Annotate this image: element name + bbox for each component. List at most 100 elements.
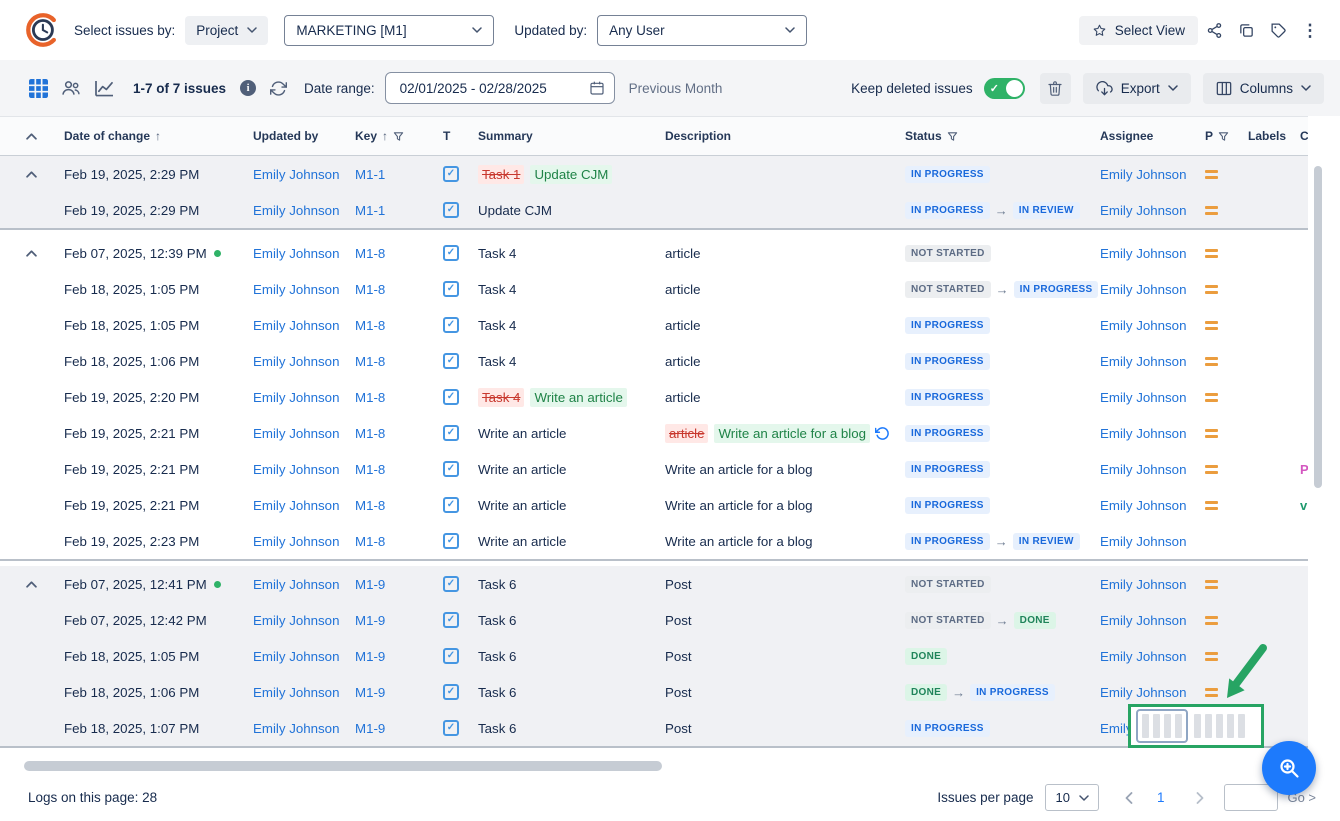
table-row[interactable]: Feb 18, 2025, 1:05 PMEmily JohnsonM1-8✓T…	[0, 271, 1308, 307]
issue-key-link[interactable]: M1-8	[355, 534, 385, 549]
assignee-link[interactable]: Emily Johnson	[1100, 649, 1186, 664]
assignee-link[interactable]: Emily Johnson	[1100, 167, 1186, 182]
assignee-link[interactable]: Emily Johnson	[1100, 426, 1186, 441]
updated-by-link[interactable]: Emily Johnson	[253, 390, 339, 405]
assignee-link[interactable]: Emily Johnson	[1100, 498, 1186, 513]
app-logo-icon[interactable]	[22, 11, 60, 49]
table-row[interactable]: Feb 07, 2025, 12:39 PMEmily JohnsonM1-8✓…	[0, 235, 1308, 271]
vertical-scrollbar[interactable]	[1314, 166, 1322, 488]
assignee-link[interactable]: Emily Johnson	[1100, 613, 1186, 628]
issue-key-link[interactable]: M1-8	[355, 282, 385, 297]
chart-view-button[interactable]	[90, 74, 118, 102]
refresh-button[interactable]	[262, 72, 294, 104]
table-row[interactable]: Feb 19, 2025, 2:20 PMEmily JohnsonM1-8✓T…	[0, 379, 1308, 415]
assignee-link[interactable]: Emily Johnson	[1100, 462, 1186, 477]
table-row[interactable]: Feb 19, 2025, 2:23 PMEmily JohnsonM1-8✓W…	[0, 523, 1308, 559]
date-range-input[interactable]: 02/01/2025 - 02/28/2025	[385, 72, 615, 104]
column-header-assignee[interactable]: Assignee	[1100, 129, 1205, 143]
updated-by-link[interactable]: Emily Johnson	[253, 203, 339, 218]
updated-by-link[interactable]: Emily Johnson	[253, 613, 339, 628]
updated-by-link[interactable]: Emily Johnson	[253, 426, 339, 441]
updated-by-link[interactable]: Emily Johnson	[253, 318, 339, 333]
delete-button[interactable]	[1040, 73, 1071, 104]
collapse-group-button[interactable]	[26, 581, 37, 588]
issue-key-link[interactable]: M1-9	[355, 649, 385, 664]
updated-by-link[interactable]: Emily Johnson	[253, 462, 339, 477]
assignee-link[interactable]: Emily Johnson	[1100, 390, 1186, 405]
table-row[interactable]: Feb 07, 2025, 12:42 PMEmily JohnsonM1-9✓…	[0, 602, 1308, 638]
assignee-link[interactable]: Emily Johnson	[1100, 354, 1186, 369]
people-view-button[interactable]	[57, 74, 85, 102]
issue-key-link[interactable]: M1-8	[355, 462, 385, 477]
column-header-status[interactable]: Status	[905, 129, 1100, 143]
previous-month-link[interactable]: Previous Month	[629, 81, 723, 96]
table-row[interactable]: Feb 18, 2025, 1:05 PMEmily JohnsonM1-8✓T…	[0, 307, 1308, 343]
assignee-link[interactable]: Emily Johnson	[1100, 203, 1186, 218]
export-button[interactable]: Export	[1083, 73, 1191, 104]
issue-key-link[interactable]: M1-9	[355, 721, 385, 736]
table-view-button[interactable]	[24, 74, 52, 102]
issue-key-link[interactable]: M1-9	[355, 577, 385, 592]
table-row[interactable]: Feb 19, 2025, 2:21 PMEmily JohnsonM1-8✓W…	[0, 451, 1308, 487]
assignee-link[interactable]: Emily Johnson	[1100, 685, 1186, 700]
issue-key-link[interactable]: M1-8	[355, 390, 385, 405]
user-select[interactable]: Any User	[597, 15, 807, 46]
issue-key-link[interactable]: M1-8	[355, 354, 385, 369]
column-header-labels[interactable]: Labels	[1248, 129, 1300, 143]
per-page-select[interactable]: 10	[1045, 784, 1098, 811]
collapse-all-button[interactable]	[26, 133, 37, 140]
sort-asc-icon[interactable]: ↑	[155, 129, 161, 143]
updated-by-link[interactable]: Emily Johnson	[253, 577, 339, 592]
issue-key-link[interactable]: M1-8	[355, 426, 385, 441]
more-menu-button[interactable]: ⋮	[1294, 14, 1326, 46]
issue-key-link[interactable]: M1-8	[355, 318, 385, 333]
duplicate-view-button[interactable]	[1230, 14, 1262, 46]
share-button[interactable]	[1198, 14, 1230, 46]
issue-key-link[interactable]: M1-9	[355, 685, 385, 700]
updated-by-link[interactable]: Emily Johnson	[253, 534, 339, 549]
column-header-description[interactable]: Description	[665, 129, 905, 143]
column-header-type[interactable]: T	[443, 129, 478, 143]
undo-change-button[interactable]	[875, 426, 890, 441]
issue-key-link[interactable]: M1-8	[355, 498, 385, 513]
table-row[interactable]: Feb 18, 2025, 1:07 PMEmily JohnsonM1-9✓T…	[0, 710, 1308, 746]
column-header-c[interactable]: C	[1300, 129, 1308, 143]
column-header-key[interactable]: Key ↑	[355, 129, 443, 143]
table-row[interactable]: Feb 18, 2025, 1:06 PMEmily JohnsonM1-8✓T…	[0, 343, 1308, 379]
collapse-group-button[interactable]	[26, 250, 37, 257]
labels-button[interactable]	[1262, 14, 1294, 46]
updated-by-link[interactable]: Emily Johnson	[253, 354, 339, 369]
table-row[interactable]: Feb 19, 2025, 2:21 PMEmily JohnsonM1-8✓W…	[0, 415, 1308, 451]
updated-by-link[interactable]: Emily Johnson	[253, 649, 339, 664]
columns-button[interactable]: Columns	[1203, 73, 1324, 104]
table-row[interactable]: Feb 19, 2025, 2:21 PMEmily JohnsonM1-8✓W…	[0, 487, 1308, 523]
updated-by-link[interactable]: Emily Johnson	[253, 246, 339, 261]
updated-by-link[interactable]: Emily Johnson	[253, 721, 339, 736]
assignee-link[interactable]: Emily Johnson	[1100, 246, 1186, 261]
issue-key-link[interactable]: M1-9	[355, 613, 385, 628]
assignee-link[interactable]: Emily Johnson	[1100, 318, 1186, 333]
next-page-button[interactable]	[1192, 788, 1208, 808]
issues-by-mode-dropdown[interactable]: Project	[185, 16, 268, 45]
keep-deleted-toggle[interactable]: ✓	[984, 78, 1025, 99]
column-header-priority[interactable]: P	[1205, 129, 1248, 143]
current-page[interactable]: 1	[1151, 786, 1171, 809]
zoom-search-fab[interactable]	[1262, 741, 1316, 795]
column-header-updated-by[interactable]: Updated by	[253, 129, 355, 143]
issue-key-link[interactable]: M1-1	[355, 203, 385, 218]
updated-by-link[interactable]: Emily Johnson	[253, 167, 339, 182]
select-view-button[interactable]: Select View	[1079, 16, 1198, 45]
table-row[interactable]: Feb 18, 2025, 1:05 PMEmily JohnsonM1-9✓T…	[0, 638, 1308, 674]
sort-asc-icon[interactable]: ↑	[382, 129, 388, 143]
horizontal-scrollbar[interactable]	[24, 761, 662, 771]
issue-key-link[interactable]: M1-8	[355, 246, 385, 261]
table-row[interactable]: Feb 19, 2025, 2:29 PMEmily JohnsonM1-1✓T…	[0, 156, 1308, 192]
project-select[interactable]: MARKETING [M1]	[284, 15, 494, 46]
issue-key-link[interactable]: M1-1	[355, 167, 385, 182]
table-row[interactable]: Feb 19, 2025, 2:29 PMEmily JohnsonM1-1✓U…	[0, 192, 1308, 228]
collapse-group-button[interactable]	[26, 171, 37, 178]
table-row[interactable]: Feb 18, 2025, 1:06 PMEmily JohnsonM1-9✓T…	[0, 674, 1308, 710]
assignee-link[interactable]: Emily Johnson	[1100, 534, 1186, 549]
info-icon[interactable]: i	[240, 80, 256, 96]
updated-by-link[interactable]: Emily Johnson	[253, 685, 339, 700]
